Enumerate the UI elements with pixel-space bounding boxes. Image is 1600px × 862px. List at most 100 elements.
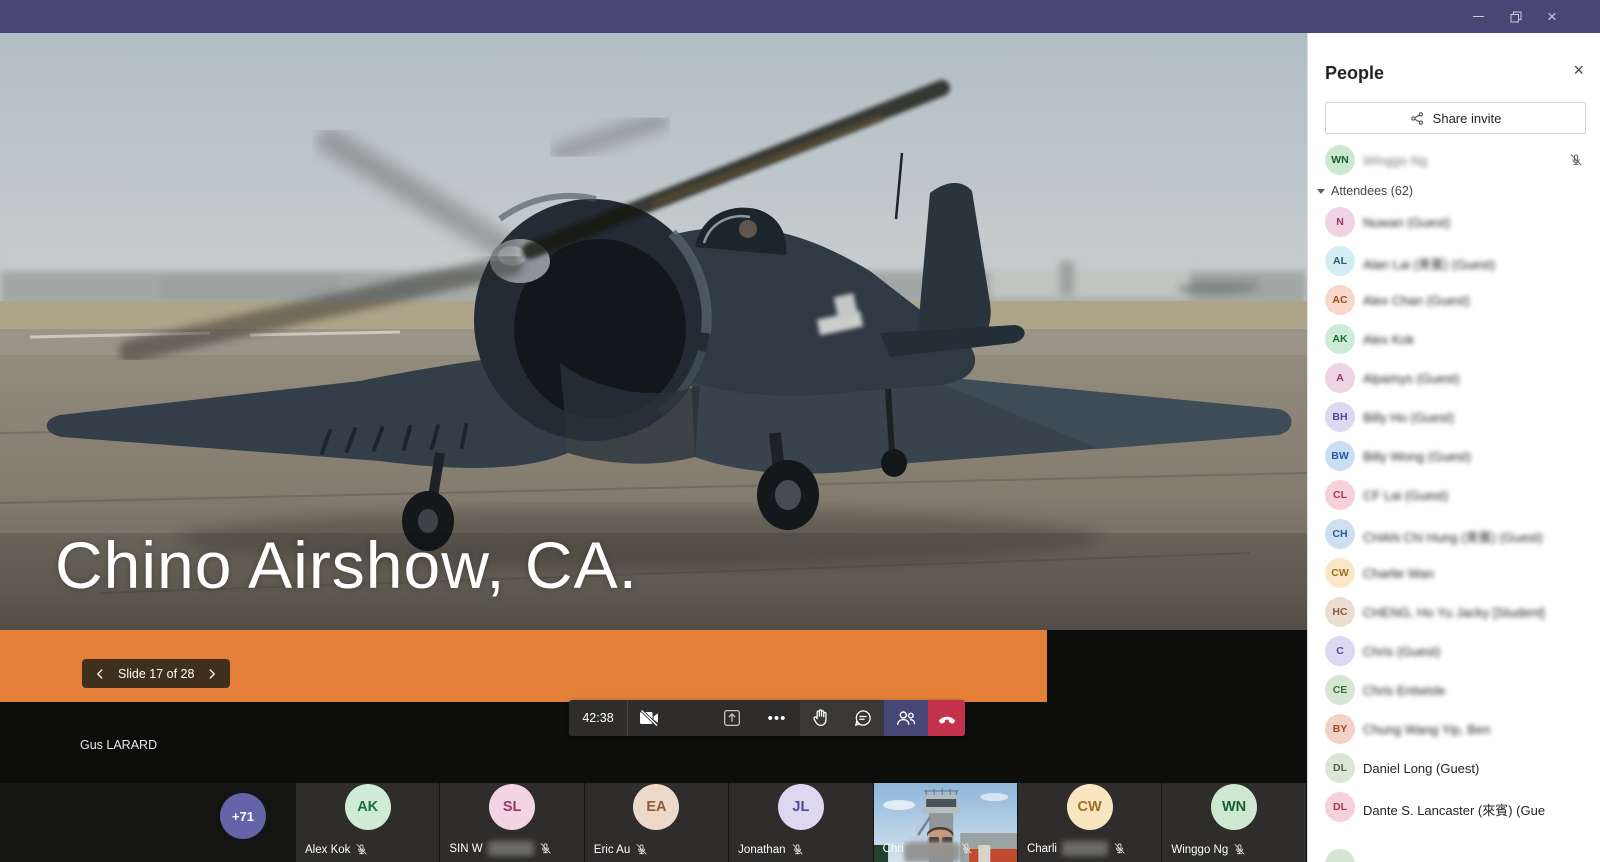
attendee-name: Daniel Long (Guest) bbox=[1363, 761, 1480, 776]
avatar: WN bbox=[1325, 145, 1355, 175]
attendees-count-label: Attendees (62) bbox=[1331, 184, 1413, 198]
attendee-row[interactable]: DL Daniel Long (Guest) bbox=[1308, 749, 1600, 788]
raise-hand-button[interactable] bbox=[800, 700, 842, 736]
camera-off-button[interactable] bbox=[628, 700, 670, 736]
avatar: DL bbox=[1325, 792, 1355, 822]
attendee-row[interactable]: N Nuwan (Guest) bbox=[1308, 203, 1600, 242]
attendee-row[interactable]: BH Billy Ho (Guest) bbox=[1308, 398, 1600, 437]
redacted-name bbox=[1062, 841, 1108, 856]
attendee-row[interactable]: A Alpamys (Guest) bbox=[1308, 359, 1600, 398]
avatar: HC bbox=[1325, 597, 1355, 627]
attendees-section-header[interactable]: Attendees (62) bbox=[1317, 184, 1413, 198]
window-close-button[interactable]: × bbox=[1532, 0, 1572, 33]
meeting-control-bar: 42:38 ••• bbox=[569, 700, 965, 736]
more-participants-badge[interactable]: +71 bbox=[220, 793, 266, 839]
participant-tile[interactable]: CW Charli bbox=[1017, 783, 1162, 862]
hang-up-button[interactable] bbox=[928, 700, 965, 736]
avatar: CW bbox=[1066, 784, 1113, 830]
participant-tile[interactable]: SL SIN W bbox=[440, 783, 584, 862]
attendee-row[interactable]: AK Alex Kok bbox=[1308, 320, 1600, 359]
attendee-row[interactable]: CW Charlie Wan bbox=[1308, 554, 1600, 593]
attendee-row[interactable]: AC Alex Chan (Guest) bbox=[1308, 281, 1600, 320]
previous-slide-button[interactable] bbox=[92, 666, 108, 682]
chat-button[interactable] bbox=[842, 700, 884, 736]
mic-off-icon bbox=[355, 843, 368, 856]
attendee-name: Alex Chan (Guest) bbox=[1363, 293, 1470, 308]
attendee-name: Alpamys (Guest) bbox=[1363, 371, 1460, 386]
attendee-row[interactable]: CE Chris Entwisle bbox=[1308, 671, 1600, 710]
attendee-name: Nuwan (Guest) bbox=[1363, 215, 1451, 230]
attendee-name: Billy Ho (Guest) bbox=[1363, 410, 1455, 425]
presenter-name-label: Gus LARARD bbox=[80, 738, 158, 752]
avatar: BY bbox=[1325, 714, 1355, 744]
redacted-name bbox=[487, 841, 534, 856]
avatar: C bbox=[1325, 636, 1355, 666]
attendee-name: CHENG, Ho Yu Jacky [Student] bbox=[1363, 605, 1545, 620]
attendee-row[interactable]: CL CF Lai (Guest) bbox=[1308, 476, 1600, 515]
presenter-row[interactable]: WN Winggo Ng bbox=[1308, 140, 1600, 180]
attendee-row[interactable]: AL Alan Lai (來賓) (Guest) bbox=[1308, 242, 1600, 281]
mic-off-icon bbox=[635, 843, 648, 856]
avatar: SL bbox=[489, 784, 536, 830]
participant-tile[interactable]: Chri bbox=[873, 783, 1017, 862]
filmstrip-tiles: AK Alex Kok SL SIN W EA Eric Au JL Jonat… bbox=[296, 783, 1307, 862]
participant-tile[interactable]: EA Eric Au bbox=[584, 783, 729, 862]
people-button-active[interactable] bbox=[884, 700, 928, 736]
participant-name: Winggo Ng bbox=[1363, 153, 1428, 168]
participant-filmstrip: +71 AK Alex Kok SL SIN W EA Eric Au JL J… bbox=[0, 783, 1307, 862]
raise-hand-icon bbox=[810, 707, 832, 729]
attendee-name: Charlie Wan bbox=[1363, 566, 1435, 581]
mic-off-icon bbox=[791, 843, 804, 856]
avatar: AK bbox=[344, 784, 391, 830]
avatar: AC bbox=[1325, 285, 1355, 315]
attendee-row[interactable]: BY Chung Wang Yip, Ben bbox=[1308, 710, 1600, 749]
next-slide-button[interactable] bbox=[204, 666, 220, 682]
attendee-name: Chris Entwisle bbox=[1363, 683, 1446, 698]
mic-off-icon bbox=[960, 842, 973, 855]
close-icon: × bbox=[1547, 6, 1557, 26]
redacted-name bbox=[908, 841, 955, 856]
window-titlebar: × bbox=[0, 0, 1600, 33]
attendee-row[interactable]: HC CHENG, Ho Yu Jacky [Student] bbox=[1308, 593, 1600, 632]
attendee-row[interactable]: C Chris (Guest) bbox=[1308, 632, 1600, 671]
avatar: BW bbox=[1325, 441, 1355, 471]
attendee-name: CF Lai (Guest) bbox=[1363, 488, 1449, 503]
avatar: CH bbox=[1325, 519, 1355, 549]
more-options-icon: ••• bbox=[767, 709, 787, 727]
attendee-row[interactable]: BW Billy Wong (Guest) bbox=[1308, 437, 1600, 476]
minimize-icon bbox=[1472, 16, 1484, 17]
share-button[interactable] bbox=[710, 700, 754, 736]
share-invite-button[interactable]: Share invite bbox=[1325, 102, 1586, 134]
attendee-name: Chris (Guest) bbox=[1363, 644, 1441, 659]
window-restore-button[interactable] bbox=[1496, 0, 1536, 33]
attendee-name: Dante S. Lancaster (來賓) (Gue bbox=[1363, 803, 1546, 818]
attendee-name: Billy Wong (Guest) bbox=[1363, 449, 1472, 464]
people-panel-title: People bbox=[1325, 63, 1385, 83]
camera-off-icon bbox=[637, 706, 661, 730]
participant-tile[interactable]: AK Alex Kok bbox=[296, 783, 440, 862]
slide-counter: Slide 17 of 28 bbox=[118, 666, 195, 681]
people-icon bbox=[894, 706, 918, 730]
avatar: WN bbox=[1211, 784, 1258, 830]
filmstrip-overflow-zone: +71 bbox=[0, 783, 296, 862]
window-minimize-button[interactable] bbox=[1458, 0, 1498, 33]
participant-name: Jonathan bbox=[738, 843, 786, 856]
share-invite-icon bbox=[1410, 111, 1425, 126]
attendee-row[interactable]: DL Dante S. Lancaster (來賓) (Gue bbox=[1308, 788, 1600, 827]
attendee-row[interactable]: CH CHAN Chi Hung (來賓) (Guest) bbox=[1308, 515, 1600, 554]
avatar: A bbox=[1325, 363, 1355, 393]
participant-name: SIN W bbox=[449, 842, 483, 855]
people-panel: People × Share invite WN Winggo Ng Atten… bbox=[1307, 33, 1600, 862]
more-options-button[interactable]: ••• bbox=[754, 700, 800, 736]
participant-name: Charli bbox=[1026, 842, 1057, 855]
participant-tile[interactable]: WN Winggo Ng bbox=[1162, 783, 1306, 862]
participant-tile[interactable]: JL Jonathan bbox=[729, 783, 873, 862]
mic-off-icon[interactable] bbox=[1569, 153, 1583, 167]
avatar: BH bbox=[1325, 402, 1355, 432]
chevron-down-icon bbox=[1317, 188, 1325, 194]
avatar: AL bbox=[1325, 246, 1355, 276]
share-tray-icon bbox=[721, 707, 743, 729]
people-panel-close-button[interactable]: × bbox=[1573, 61, 1584, 79]
attendee-name: Alex Kok bbox=[1363, 332, 1415, 347]
control-bar-spacer bbox=[670, 700, 710, 736]
